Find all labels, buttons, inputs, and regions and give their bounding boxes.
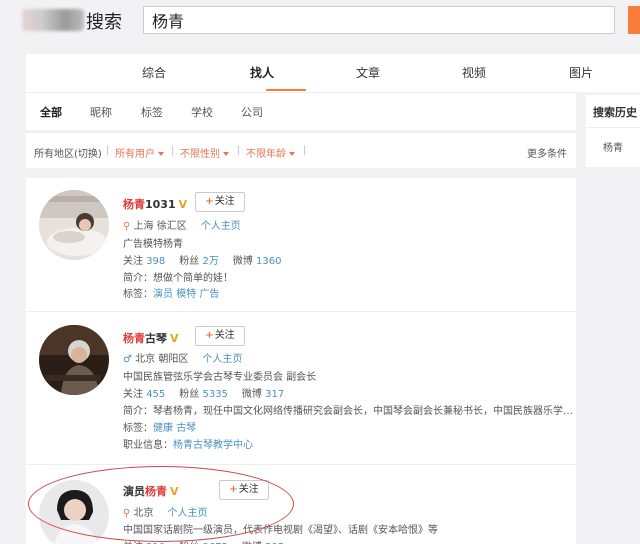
search-box[interactable] [143, 6, 615, 34]
user-tags: 标签：健康 古琴 [123, 423, 197, 434]
homepage-link[interactable]: 个人主页 [202, 354, 242, 365]
fans-count[interactable]: 2万 [202, 256, 218, 267]
chevron-down-icon [223, 152, 229, 156]
active-tab-indicator [266, 89, 306, 91]
location-pin-icon: ⚲ [123, 221, 134, 232]
filter-bar: 所有地区(切换) | 所有用户 | 不限性别 | 不限年龄 | 更多条件 [26, 132, 576, 168]
tag-link[interactable]: 健康 [153, 423, 173, 434]
sub-tab-school[interactable]: 学校 [191, 104, 213, 120]
user-bio: 简介：想做个简单的娃！ [123, 273, 233, 284]
follow-button[interactable]: +关注 [195, 326, 245, 346]
user-description: 中国民族管弦乐学会古琴专业委员会 副会长 [123, 372, 317, 383]
logo-image [22, 9, 84, 31]
fans-count[interactable]: 5335 [202, 389, 227, 400]
sub-tab-company[interactable]: 公司 [241, 104, 263, 120]
user-bio: 简介：琴者杨青，现任中国文化网络传播研究会副会长，中国琴会副会长兼秘书长，中国民… [123, 406, 573, 417]
tag-link[interactable]: 古琴 [176, 423, 196, 434]
sub-tab-tags[interactable]: 标签 [141, 104, 163, 120]
tab-images[interactable]: 图片 [569, 64, 593, 81]
search-history-panel: 搜索历史 杨青 [586, 95, 640, 167]
user-name[interactable]: 杨青古琴 V [123, 330, 179, 346]
gender-filter[interactable]: 不限性别 [180, 145, 229, 160]
tab-all[interactable]: 综合 [142, 64, 166, 81]
tab-articles[interactable]: 文章 [356, 64, 380, 81]
chevron-down-icon [289, 152, 295, 156]
avatar[interactable] [39, 325, 109, 395]
user-stats: 关注 398 粉丝 2万 微博 1360 [123, 256, 282, 267]
user-type-filter[interactable]: 所有用户 [115, 145, 164, 160]
following-count[interactable]: 455 [146, 389, 165, 400]
region-filter: 所有地区(切换) [34, 145, 102, 160]
search-history-item[interactable]: 杨青 [603, 139, 623, 154]
age-label: 不限年龄 [246, 149, 286, 160]
chevron-down-icon [158, 152, 164, 156]
plus-icon: + [205, 196, 214, 207]
job-link[interactable]: 杨青古琴教学中心 [173, 440, 253, 451]
avatar[interactable] [39, 190, 109, 260]
tag-link[interactable]: 演员 [153, 289, 173, 300]
location-line: ⚲ 上海 徐汇区 个人主页 [123, 221, 241, 232]
divider [586, 127, 640, 128]
weibo-count[interactable]: 1360 [256, 256, 281, 267]
list-item: 杨青古琴 V +关注 ♂ 北京 朝阳区 个人主页 中国民族管弦乐学会古琴专业委员会 … [26, 313, 576, 465]
annotation-circle [28, 466, 294, 542]
search-input[interactable] [144, 7, 614, 33]
user-tags: 标签：演员 模特 广告 [123, 289, 220, 300]
verified-badge-icon: V [170, 332, 179, 345]
user-type-label: 所有用户 [115, 149, 155, 160]
user-description: 广告模特杨青 [123, 239, 183, 250]
sub-tab-all[interactable]: 全部 [40, 104, 62, 120]
follow-button[interactable]: +关注 [195, 192, 245, 212]
tag-link[interactable]: 模特 [176, 289, 196, 300]
sub-tab-nickname[interactable]: 昵称 [90, 104, 112, 120]
homepage-link[interactable]: 个人主页 [201, 221, 241, 232]
more-conditions-link[interactable]: 更多条件 [527, 145, 567, 160]
user-job: 职业信息：杨青古琴教学中心 [123, 440, 253, 451]
filter-separator: | [237, 145, 241, 156]
people-sub-tabs: 全部 昵称 标签 学校 公司 [26, 92, 576, 130]
search-button[interactable] [628, 6, 640, 34]
user-name[interactable]: 杨青1031 V [123, 196, 187, 212]
weibo-count[interactable]: 317 [265, 389, 284, 400]
location-line: ♂ 北京 朝阳区 个人主页 [123, 354, 243, 365]
region-switch-link[interactable]: (切换) [74, 149, 102, 160]
search-type-tabs: 综合 找人 文章 视频 图片 [26, 54, 640, 92]
filter-separator: | [303, 145, 307, 156]
logo-label: 搜索 [86, 12, 122, 33]
tab-videos[interactable]: 视频 [462, 64, 486, 81]
top-bar: 搜索 [0, 0, 640, 44]
male-icon: ♂ [123, 354, 136, 365]
tag-link[interactable]: 广告 [199, 289, 219, 300]
region-label: 所有地区 [34, 149, 74, 160]
tab-people[interactable]: 找人 [250, 64, 274, 81]
plus-icon: + [205, 330, 214, 341]
gender-label: 不限性别 [180, 149, 220, 160]
age-filter[interactable]: 不限年龄 [246, 145, 295, 160]
user-stats: 关注 455 粉丝 5335 微博 317 [123, 389, 285, 400]
search-history-title: 搜索历史 [593, 106, 637, 119]
filter-separator: | [106, 145, 110, 156]
list-item: 杨青1031 V +关注 ⚲ 上海 徐汇区 个人主页 广告模特杨青 关注 398 粉丝… [26, 178, 576, 312]
filter-separator: | [171, 145, 175, 156]
following-count[interactable]: 398 [146, 256, 165, 267]
verified-badge-icon: V [178, 198, 188, 211]
